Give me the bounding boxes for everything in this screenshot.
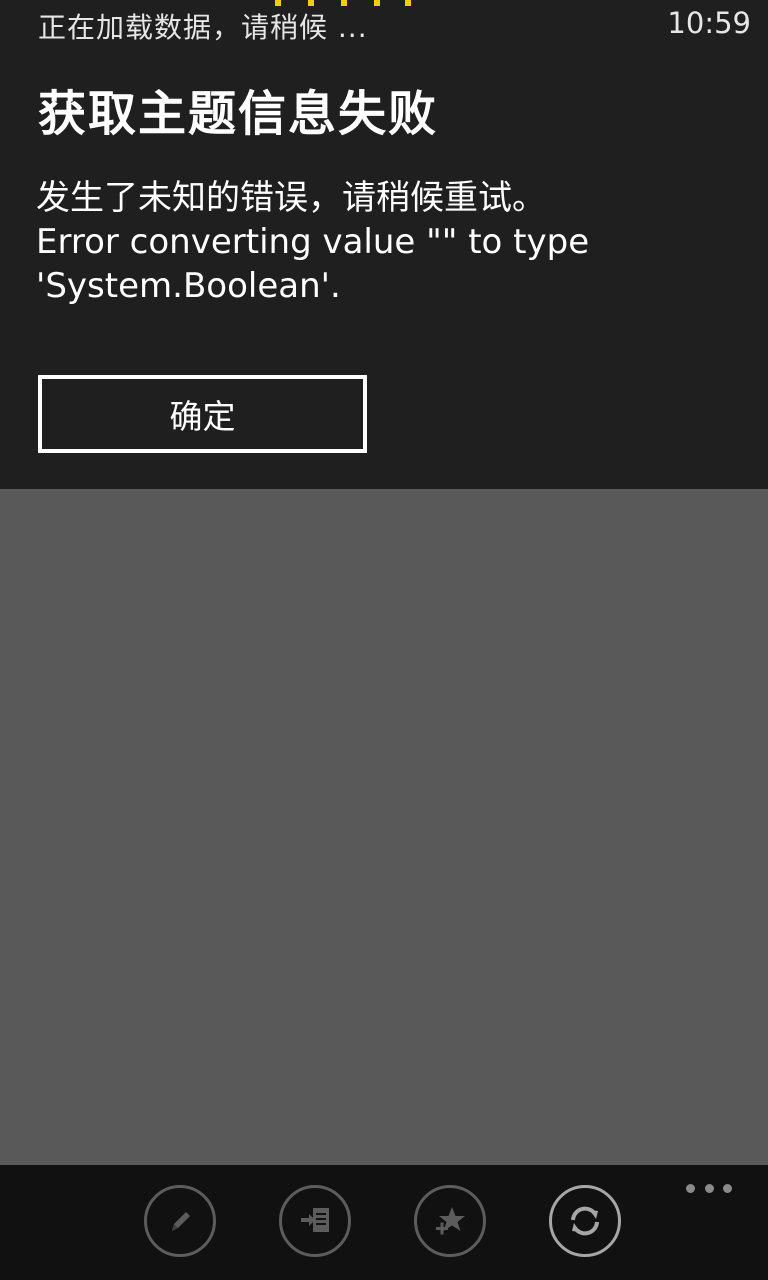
edit-icon[interactable]: [144, 1185, 216, 1257]
loading-status-text: 正在加载数据，请稍候 ...: [38, 11, 368, 44]
message-line: 发生了未知的错误，请稍候重试。: [36, 178, 546, 218]
refresh-icon[interactable]: [549, 1185, 621, 1257]
add-favorite-icon[interactable]: [414, 1185, 486, 1257]
import-list-icon[interactable]: [279, 1185, 351, 1257]
ok-button[interactable]: 确定: [38, 375, 367, 453]
message-line: 'System.Boolean'.: [36, 266, 341, 306]
dialog-title: 获取主题信息失败: [38, 86, 439, 142]
error-dialog: 正在加载数据，请稍候 ... 10:59 获取主题信息失败 发生了未知的错误，请…: [0, 0, 768, 489]
more-dots-icon[interactable]: [686, 1181, 732, 1195]
clock: 10:59: [667, 6, 751, 40]
status-bar: 正在加载数据，请稍候 ... 10:59: [0, 0, 768, 52]
dialog-message: 发生了未知的错误，请稍候重试。 Error converting value "…: [36, 176, 736, 308]
app-bar: [0, 1165, 768, 1280]
message-line: Error converting value "" to type: [36, 222, 590, 262]
